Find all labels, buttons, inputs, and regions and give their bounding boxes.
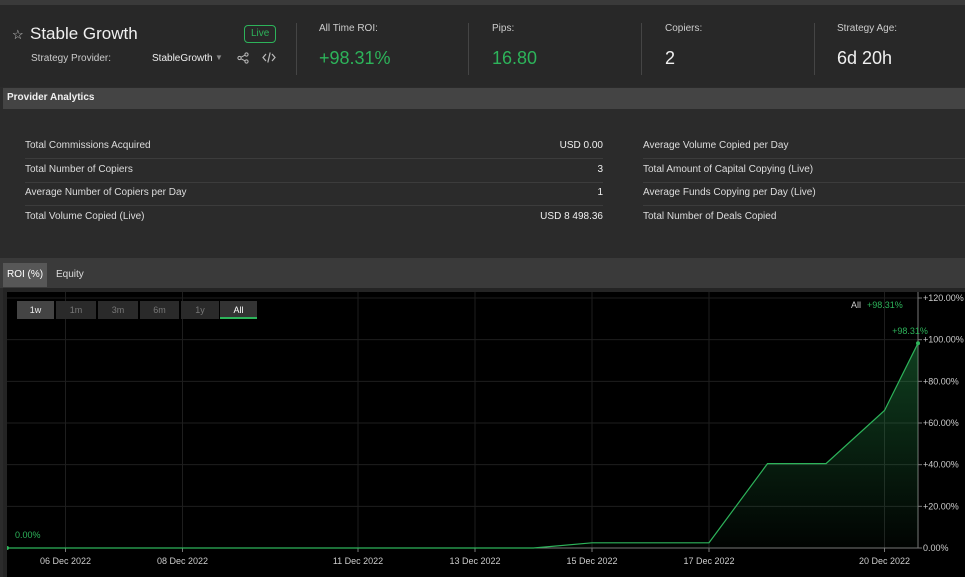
stat-value: +98.31% bbox=[319, 48, 391, 68]
y-tick-label: +80.00% bbox=[923, 376, 959, 386]
stat-pips: Pips: 16.80 bbox=[492, 23, 537, 69]
roi-chart[interactable]: +120.00% +100.00% +80.00% +60.00% +40.00% +20… bbox=[7, 292, 965, 577]
favorite-star-icon[interactable]: ☆ bbox=[12, 27, 24, 43]
y-tick-label: +120.00% bbox=[923, 293, 964, 303]
y-tick-label: +40.00% bbox=[923, 460, 959, 470]
range-all-button[interactable]: All bbox=[220, 301, 257, 319]
stat-strategy-age: Strategy Age: 6d 20h bbox=[837, 23, 897, 69]
analytics-label: Total Commissions Acquired bbox=[25, 140, 151, 151]
share-icon[interactable] bbox=[237, 52, 249, 64]
roi-chart-svg: +120.00% +100.00% +80.00% +60.00% +40.00% +20… bbox=[7, 292, 964, 566]
analytics-value: 3 bbox=[597, 164, 603, 175]
range-1y-button[interactable]: 1y bbox=[181, 301, 219, 319]
stat-value: 16.80 bbox=[492, 48, 538, 68]
analytics-label: Average Funds Copying per Day (Live) bbox=[643, 187, 816, 198]
provider-name-link[interactable]: StableGrowth bbox=[152, 53, 213, 64]
analytics-label: Average Volume Copied per Day bbox=[643, 140, 789, 151]
y-tick-label: +20.00% bbox=[923, 501, 959, 511]
analytics-row: Average Volume Copied per Day bbox=[643, 136, 965, 159]
strategy-header: ☆ Stable Growth Live Strategy Provider: … bbox=[0, 5, 965, 87]
range-3m-button[interactable]: 3m bbox=[98, 301, 138, 319]
roi-end-label: +98.31% bbox=[892, 326, 928, 336]
strategy-title: Stable Growth bbox=[30, 24, 138, 43]
analytics-label: Total Number of Deals Copied bbox=[643, 211, 777, 222]
range-1m-button[interactable]: 1m bbox=[56, 301, 96, 319]
analytics-label: Total Volume Copied (Live) bbox=[25, 211, 145, 222]
y-tick-label: +100.00% bbox=[923, 335, 964, 345]
roi-start-label: 0.00% bbox=[15, 530, 41, 540]
roi-end-point bbox=[916, 341, 920, 346]
y-tick-label: +60.00% bbox=[923, 418, 959, 428]
legend-series-value: +98.31% bbox=[867, 300, 903, 310]
analytics-value: 1 bbox=[597, 187, 603, 198]
embed-code-icon[interactable] bbox=[262, 51, 276, 64]
y-tick-label: 0.00% bbox=[923, 543, 949, 553]
analytics-row: Average Number of Copiers per Day 1 bbox=[25, 183, 603, 206]
tab-equity[interactable]: Equity bbox=[52, 263, 88, 287]
roi-start-point bbox=[7, 546, 9, 550]
stat-label: Copiers: bbox=[665, 23, 703, 34]
legend-series-label: All bbox=[851, 300, 862, 310]
analytics-label: Average Number of Copiers per Day bbox=[25, 187, 187, 198]
analytics-row: Total Commissions Acquired USD 0.00 bbox=[25, 136, 603, 159]
x-tick-label: 20 Dec 2022 bbox=[859, 556, 910, 566]
provider-label: Strategy Provider: bbox=[31, 53, 112, 64]
divider bbox=[641, 23, 642, 75]
chart-tabs bbox=[0, 258, 965, 288]
x-tick-label: 08 Dec 2022 bbox=[157, 556, 208, 566]
divider bbox=[296, 23, 297, 75]
stat-copiers: Copiers: 2 bbox=[665, 23, 702, 69]
analytics-row: Total Volume Copied (Live) USD 8 498.36 bbox=[25, 207, 603, 230]
stat-label: Pips: bbox=[492, 23, 515, 34]
stat-value: 6d 20h bbox=[837, 48, 893, 68]
stat-value: 2 bbox=[665, 48, 676, 68]
analytics-label: Total Amount of Capital Copying (Live) bbox=[643, 164, 814, 175]
section-title: Provider Analytics bbox=[7, 92, 95, 103]
range-6m-button[interactable]: 6m bbox=[140, 301, 179, 319]
divider bbox=[814, 23, 815, 75]
x-tick-label: 13 Dec 2022 bbox=[449, 556, 500, 566]
analytics-row: Average Funds Copying per Day (Live) bbox=[643, 183, 965, 206]
analytics-row: Total Amount of Capital Copying (Live) bbox=[643, 160, 965, 183]
provider-analytics-header: Provider Analytics bbox=[3, 88, 965, 109]
chevron-down-icon[interactable]: ▼ bbox=[215, 53, 223, 62]
x-tick-label: 06 Dec 2022 bbox=[40, 556, 91, 566]
x-tick-label: 17 Dec 2022 bbox=[683, 556, 734, 566]
x-tick-label: 15 Dec 2022 bbox=[566, 556, 617, 566]
divider bbox=[468, 23, 469, 75]
analytics-row: Total Number of Deals Copied bbox=[643, 207, 965, 230]
stat-label: Strategy Age: bbox=[837, 23, 898, 34]
tab-roi[interactable]: ROI (%) bbox=[3, 263, 48, 287]
analytics-value: USD 0.00 bbox=[559, 140, 603, 151]
live-badge: Live bbox=[244, 25, 277, 43]
analytics-label: Total Number of Copiers bbox=[25, 164, 133, 175]
stat-all-time-roi: All Time ROI: +98.31% bbox=[319, 23, 391, 69]
analytics-value: USD 8 498.36 bbox=[540, 211, 603, 222]
x-tick-label: 11 Dec 2022 bbox=[333, 556, 383, 566]
range-1w-button[interactable]: 1w bbox=[17, 301, 54, 319]
stat-label: All Time ROI: bbox=[319, 23, 378, 34]
roi-area bbox=[7, 343, 918, 548]
analytics-row: Total Number of Copiers 3 bbox=[25, 160, 603, 183]
